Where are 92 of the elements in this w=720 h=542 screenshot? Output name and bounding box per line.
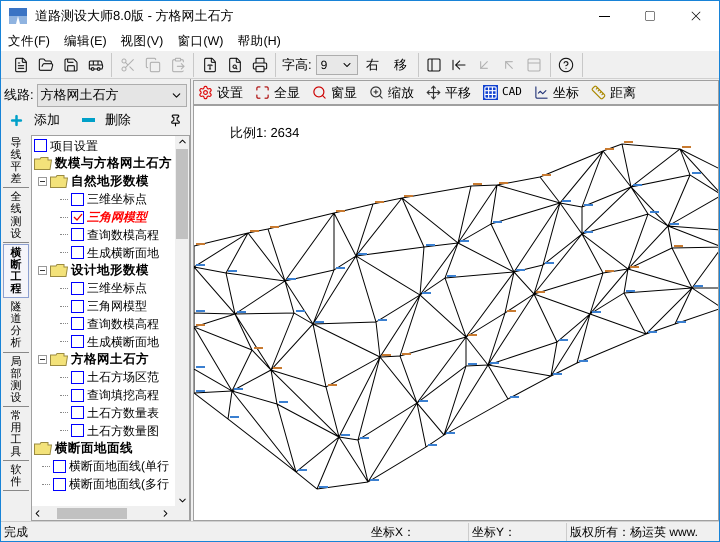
tree-item[interactable]: 三维坐标点	[87, 279, 147, 298]
side-tab[interactable]: 局部测设	[3, 354, 29, 407]
tree-item[interactable]: 横断面地面线(单行	[69, 457, 169, 476]
horizontal-scrollbar[interactable]	[32, 506, 189, 520]
drawing-tool-button[interactable]: 平移	[426, 82, 471, 102]
tree-item[interactable]: 项目设置	[50, 136, 98, 155]
chart-icon	[534, 85, 549, 100]
ruler-icon	[590, 85, 606, 100]
tree-item[interactable]: 查询数模高程	[87, 314, 159, 333]
checkbox[interactable]	[71, 317, 84, 330]
tree-folder[interactable]: 方格网土石方	[71, 350, 149, 369]
side-tab[interactable]: 常用工具	[3, 408, 29, 462]
status-y: 坐标Y：	[469, 522, 567, 540]
tree-item[interactable]: 查询数模高程	[87, 226, 159, 244]
checkbox[interactable]	[53, 478, 66, 491]
checkbox[interactable]	[34, 139, 47, 152]
drawing-tool-button[interactable]: 距离	[590, 82, 636, 102]
collapse-icon[interactable]	[38, 176, 47, 186]
drawing-tool-button[interactable]: 缩放	[369, 82, 414, 102]
scrollbar-thumb[interactable]	[176, 149, 188, 239]
font-height-select[interactable]: 9	[316, 54, 358, 74]
checkbox[interactable]	[71, 300, 84, 313]
side-tab[interactable]: 隧道分析	[3, 299, 29, 352]
checkbox[interactable]	[71, 406, 84, 420]
menu-item[interactable]: 编辑(E)	[56, 32, 114, 50]
side-tab[interactable]: 横断工程	[3, 244, 29, 298]
tree-item[interactable]: 横断面地面线(多行	[69, 475, 169, 494]
zoom-icon	[369, 85, 384, 100]
checkbox[interactable]	[71, 228, 84, 242]
drawing-tool-button[interactable]: CAD	[483, 84, 522, 101]
checkbox[interactable]	[71, 210, 84, 224]
font-height-label: 字高:	[281, 56, 313, 74]
add-button[interactable]: 添加	[9, 110, 60, 130]
drawing-tool-button[interactable]: 全显	[255, 82, 300, 102]
drawing-tool-button[interactable]: 设置	[198, 82, 243, 102]
minus-icon	[82, 118, 95, 122]
drawing-tool-button[interactable]: 窗显	[312, 82, 357, 102]
menu-item[interactable]: 视图(V)	[114, 32, 170, 50]
vertical-scrollbar[interactable]	[175, 136, 189, 506]
pin-icon[interactable]	[169, 114, 182, 126]
tree-folder[interactable]: 自然地形数模	[71, 172, 149, 191]
tree-item[interactable]: 土石方数量表	[87, 404, 159, 422]
folder-icon	[50, 174, 68, 188]
check-icon	[72, 212, 82, 222]
tree-item[interactable]: 三角网模型	[87, 208, 147, 226]
status-x: 坐标X：	[371, 522, 469, 540]
checkbox[interactable]	[71, 388, 84, 402]
maximize-icon	[644, 10, 656, 22]
menu-item[interactable]: 帮助(H)	[230, 32, 288, 50]
tree-item[interactable]: 土石方数量图	[87, 422, 159, 440]
delete-button[interactable]: 删除	[82, 110, 131, 130]
app-icon	[9, 8, 27, 24]
collapse-icon[interactable]	[38, 354, 47, 364]
checkbox[interactable]	[53, 460, 66, 473]
checkbox[interactable]	[71, 282, 84, 295]
side-tab[interactable]: 软件	[3, 462, 29, 492]
text-tool-button[interactable]: 右	[360, 54, 386, 76]
checkbox[interactable]	[71, 370, 84, 384]
collapse-icon[interactable]	[38, 266, 47, 275]
tree-folder[interactable]: 数模与方格网土石方	[55, 154, 172, 174]
drawing-tool-button[interactable]: 坐标	[534, 82, 579, 102]
tree-folder[interactable]: 横断面地面线	[55, 439, 133, 458]
scale-label: 比例1: 2634	[230, 124, 300, 142]
route-select[interactable]: 方格网土石方	[36, 84, 187, 106]
folder-icon	[34, 157, 52, 170]
folder-icon	[34, 442, 52, 455]
route-label: 线路:	[4, 86, 34, 104]
plus-icon	[9, 112, 24, 128]
scrollbar-thumb[interactable]	[57, 508, 127, 518]
tree-item[interactable]: 生成横断面地	[87, 332, 159, 351]
text-tool-button[interactable]: 移	[388, 54, 414, 76]
side-tab[interactable]: 全线测设	[3, 189, 29, 243]
tree-folder[interactable]: 设计地形数模	[71, 261, 149, 280]
tree-item[interactable]: 三角网模型	[87, 297, 147, 316]
grid-icon	[483, 85, 498, 100]
checkbox[interactable]	[71, 246, 84, 260]
window-title: 道路测设大师8.0版 - 方格网土石方	[35, 7, 235, 26]
menu-item[interactable]: 窗口(W)	[170, 32, 230, 50]
status-text: 完成	[3, 524, 29, 540]
checkbox[interactable]	[71, 192, 84, 206]
settings-icon	[198, 85, 213, 100]
folder-icon	[50, 352, 68, 366]
folder-icon	[50, 264, 68, 277]
tree-item[interactable]: 查询填挖高程	[87, 386, 159, 404]
tree-item[interactable]: 三维坐标点	[87, 190, 147, 208]
checkbox[interactable]	[71, 335, 84, 348]
side-tab[interactable]: 导线平差	[3, 135, 29, 188]
tree-item[interactable]: 土石方场区范	[87, 368, 159, 386]
menu-item[interactable]: 文件(F)	[1, 32, 57, 50]
tree-item[interactable]: 生成横断面地	[87, 244, 159, 262]
copyright-text: 版权所有：杨运英 www.	[569, 524, 698, 540]
checkbox[interactable]	[71, 424, 84, 438]
